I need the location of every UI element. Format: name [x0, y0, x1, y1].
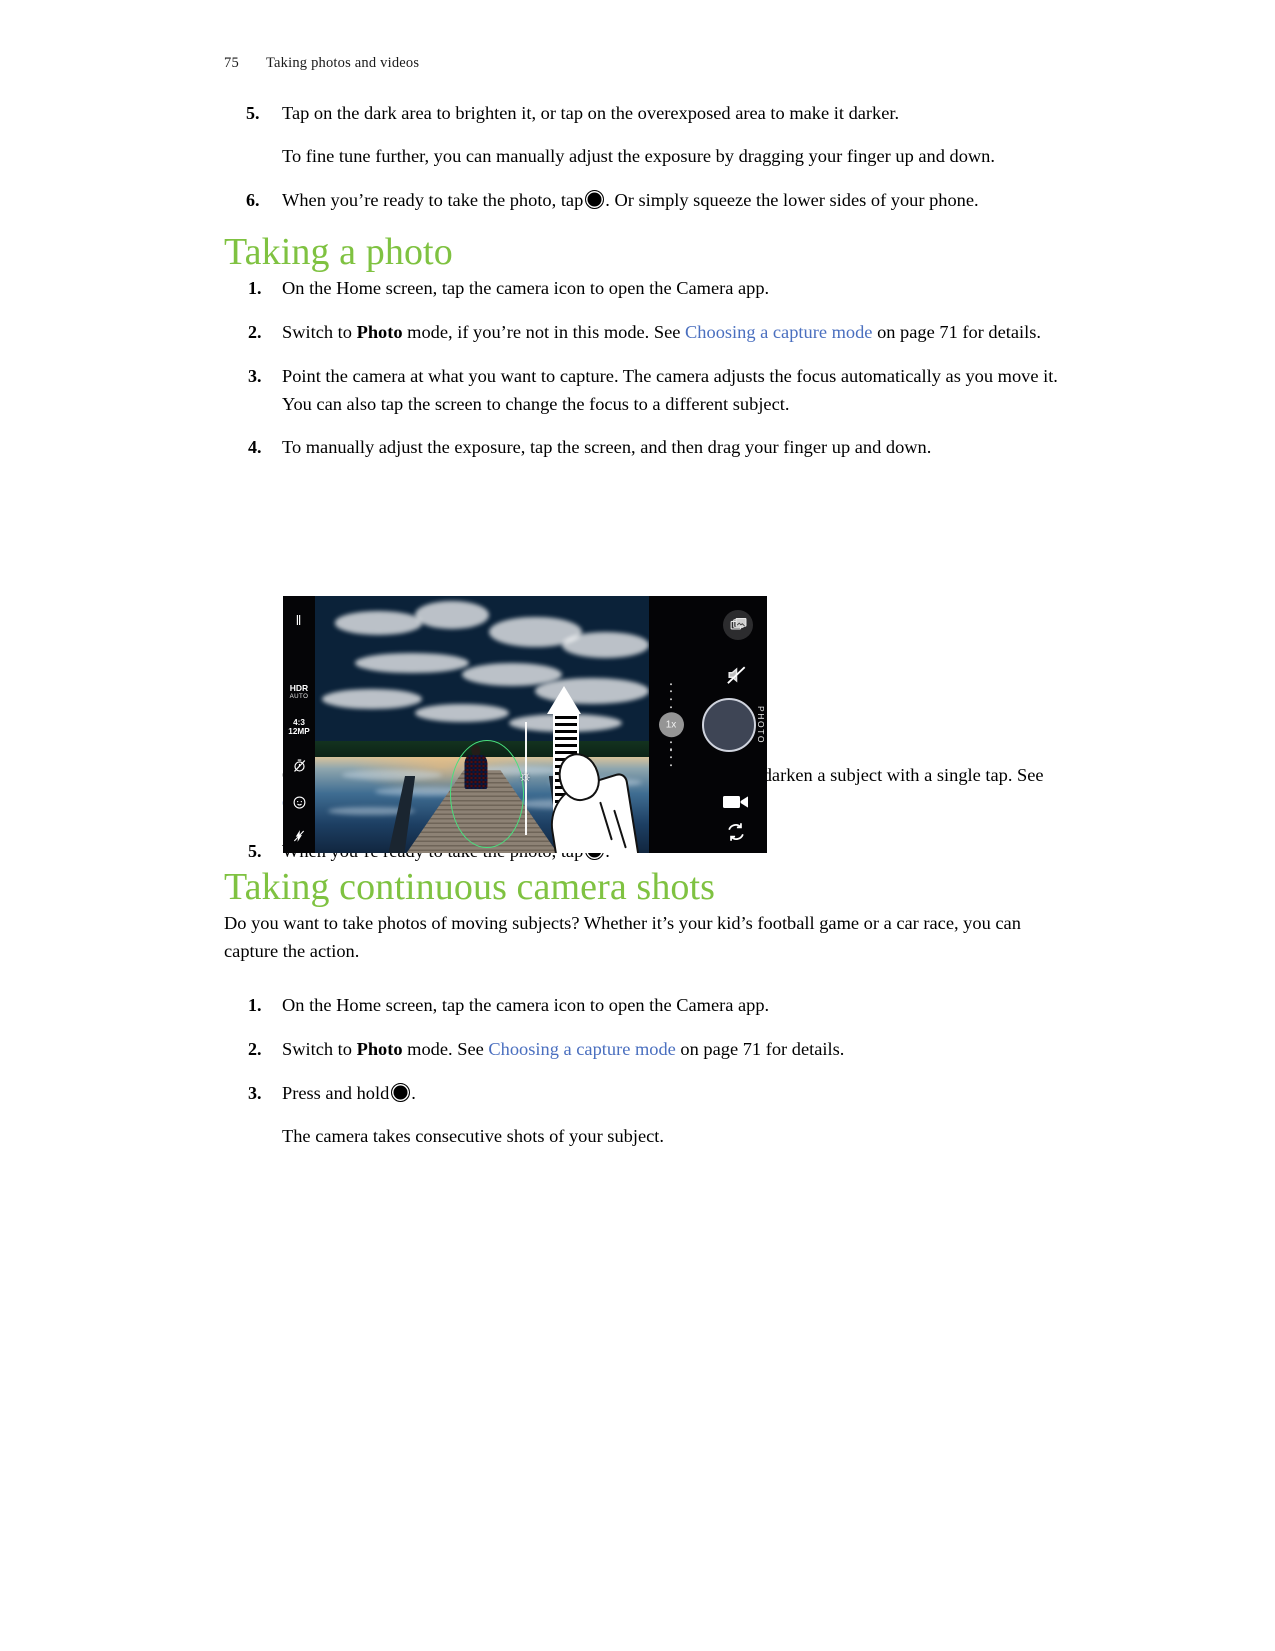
zoom-dot	[669, 756, 673, 759]
step-text-bold: Photo	[356, 1038, 403, 1059]
cross-reference-link[interactable]: Choosing a capture mode	[488, 1039, 675, 1059]
step-text-part1: Switch to	[282, 1038, 357, 1059]
smiley-face-icon[interactable]	[283, 795, 315, 814]
step-number: 2.	[248, 1038, 262, 1059]
focus-ring-indicator	[450, 739, 524, 848]
exposure-brightness-icon[interactable]: ☼	[516, 768, 534, 786]
flash-off-icon[interactable]	[283, 829, 315, 847]
step-number: 3.	[248, 1082, 262, 1103]
zoom-dot	[669, 705, 673, 708]
list-item: 3. Point the camera at what you want to …	[224, 363, 1069, 419]
zoom-control[interactable]: 1x	[657, 682, 685, 767]
camera-screenshot-figure: ‖ HDR AUTO 4:3 12MP ☼ 1x PHOTO	[283, 596, 767, 853]
step-text-before: Press and hold	[282, 1082, 390, 1103]
step-number: 4.	[248, 437, 262, 458]
step-number: 5.	[248, 841, 262, 862]
taking-photo-step-list: 1. On the Home screen, tap the camera ic…	[224, 275, 1069, 463]
step-subparagraph: To fine tune further, you can manually a…	[282, 145, 995, 166]
cloud	[562, 631, 649, 658]
step-text: Point the camera at what you want to cap…	[282, 365, 1058, 414]
section-heading-taking-continuous-camera-shots: Taking continuous camera shots	[224, 866, 716, 909]
shutter-button-icon	[391, 1082, 411, 1102]
zoom-dot	[669, 748, 673, 751]
step-text-part3: on page 71 for details.	[872, 321, 1042, 342]
timer-off-icon[interactable]	[283, 758, 315, 777]
zoom-dot	[669, 682, 673, 685]
arrow-head	[547, 685, 582, 714]
hdr-setting[interactable]: HDR AUTO	[283, 684, 315, 700]
cloud	[321, 688, 422, 710]
list-item: 1. On the Home screen, tap the camera ic…	[224, 992, 1069, 1020]
top-step-list: 5. Tap on the dark area to brighten it, …	[224, 100, 1069, 215]
zoom-level-badge[interactable]: 1x	[658, 712, 684, 737]
step-text: To manually adjust the exposure, tap the…	[282, 437, 932, 458]
step-text-part2: mode. See	[402, 1038, 489, 1059]
video-camera-icon[interactable]	[723, 793, 749, 811]
step-text-before: When you’re ready to take the photo, tap	[282, 189, 584, 210]
hdr-mode-label: AUTO	[289, 692, 309, 700]
sound-off-icon[interactable]	[723, 662, 749, 688]
step-text: Tap on the dark area to brighten it, or …	[282, 103, 900, 123]
step-number: 1.	[248, 994, 262, 1015]
step-number: 2.	[248, 321, 262, 342]
running-title: Taking photos and videos	[266, 55, 420, 71]
step-number: 6.	[246, 189, 260, 210]
gallery-icon[interactable]	[723, 610, 753, 640]
step-number: 5.	[246, 103, 260, 123]
hdr-label: HDR	[289, 683, 309, 693]
cloud	[335, 611, 422, 635]
list-item: 3. Press and hold. The camera takes cons…	[224, 1080, 1069, 1151]
list-item: 6. When you’re ready to take the photo, …	[224, 187, 1069, 215]
zoom-dots-top	[657, 682, 685, 708]
step-text-part3: on page 71 for details.	[675, 1038, 845, 1059]
step-number: 3.	[248, 365, 262, 386]
aspect-ratio-setting[interactable]: 4:3 12MP	[283, 718, 315, 737]
continuous-closing-paragraph: The camera takes consecutive shots of yo…	[282, 1125, 664, 1146]
switch-camera-icon[interactable]	[725, 821, 747, 843]
megapixel-label: 12MP	[288, 727, 310, 737]
step-text-part2: mode, if you’re not in this mode. See	[402, 321, 686, 342]
continuous-intro-paragraph: Do you want to take photos of moving sub…	[224, 913, 1021, 961]
cross-reference-link[interactable]: Choosing a capture mode	[685, 322, 872, 342]
shutter-button-icon	[585, 189, 605, 209]
step-text: On the Home screen, tap the camera icon …	[282, 994, 770, 1015]
continuous-step-list: 1. On the Home screen, tap the camera ic…	[224, 992, 1069, 1151]
list-item: 4. To manually adjust the exposure, tap …	[224, 434, 1069, 462]
step-text: On the Home screen, tap the camera icon …	[282, 277, 770, 298]
document-page: 75 Taking photos and videos 5. Tap on the…	[0, 0, 1275, 1651]
step-text-part1: Switch to	[282, 321, 357, 342]
zoom-dot	[669, 690, 673, 693]
section-heading-taking-a-photo: Taking a photo	[224, 230, 453, 273]
camera-left-toolbar: ‖ HDR AUTO 4:3 12MP	[283, 596, 315, 853]
zoom-dot	[669, 764, 673, 767]
list-item: 2. Switch to Photo mode. See Choosing a …	[224, 1036, 1069, 1064]
list-item: 5. Tap on the dark area to brighten it, …	[224, 100, 1069, 171]
camera-viewfinder[interactable]: ☼	[315, 596, 649, 853]
list-item: 1. On the Home screen, tap the camera ic…	[224, 275, 1069, 303]
camera-right-toolbar: 1x PHOTO	[649, 596, 767, 853]
page-header: 75 Taking photos and videos	[224, 55, 419, 72]
pause-icon[interactable]: ‖	[283, 613, 315, 627]
shutter-button[interactable]	[702, 697, 756, 752]
cloud	[415, 601, 489, 630]
cloud	[415, 703, 509, 722]
list-item: 2. Switch to Photo mode, if you’re not i…	[224, 319, 1069, 347]
step-text-after: .	[411, 1082, 416, 1103]
zoom-dot	[669, 741, 673, 744]
capture-mode-label: PHOTO	[755, 705, 766, 744]
step-text-after: . Or simply squeeze the lower sides of y…	[605, 189, 979, 210]
aspect-ratio-label: 4:3	[293, 718, 305, 727]
step-text-bold: Photo	[356, 321, 403, 342]
camera-ui: ‖ HDR AUTO 4:3 12MP ☼ 1x PHOTO	[283, 596, 767, 853]
cloud	[355, 652, 469, 674]
finger-gesture-illustration	[545, 747, 641, 853]
zoom-dot	[669, 698, 673, 701]
page-number: 75	[224, 55, 239, 71]
step-number: 1.	[248, 277, 262, 298]
water-reflection	[341, 770, 442, 780]
zoom-dots-bottom	[657, 741, 685, 767]
